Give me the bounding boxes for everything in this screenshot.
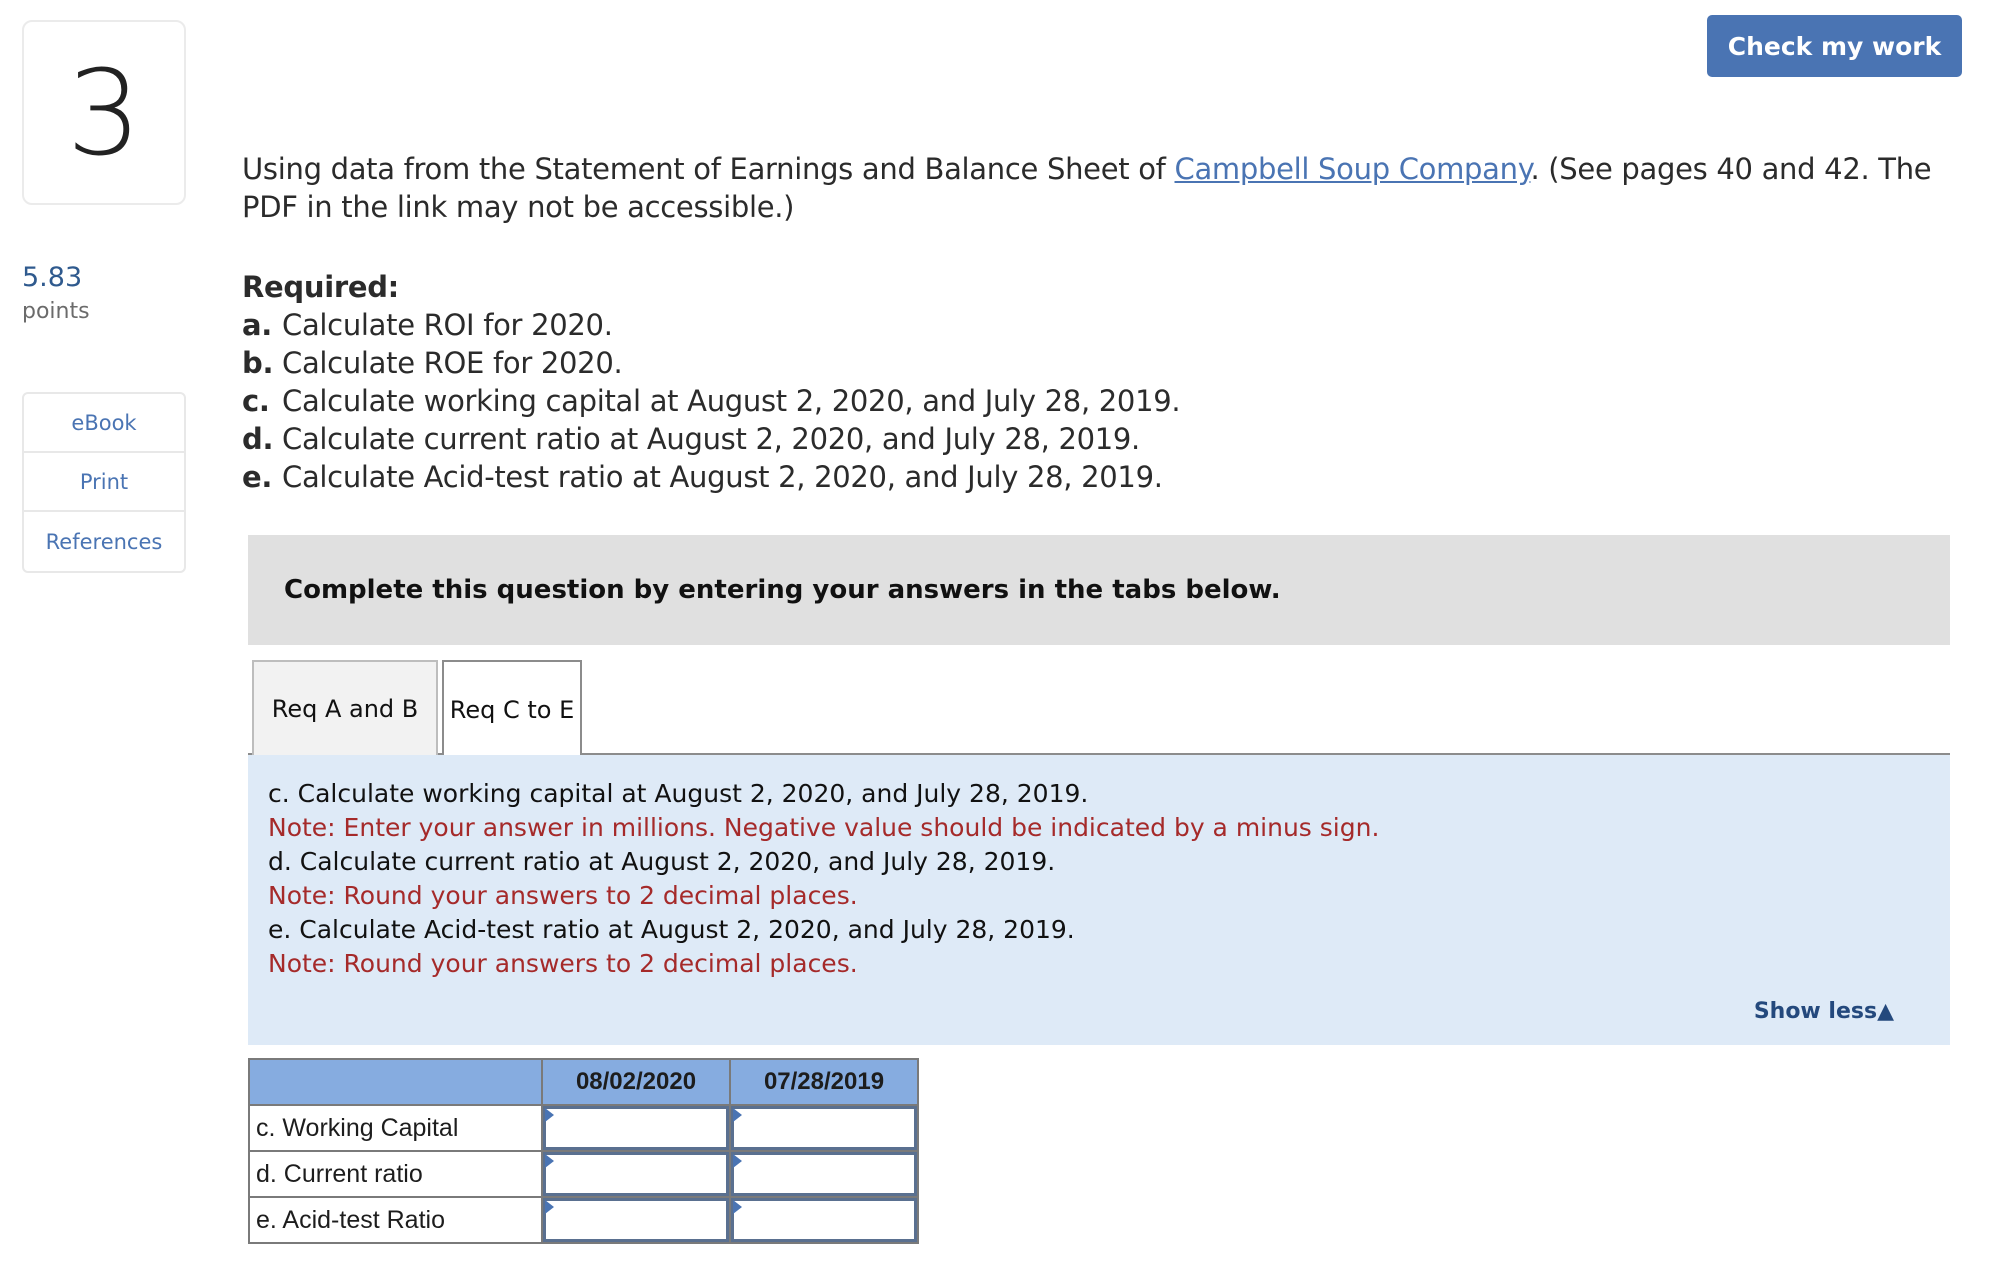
input-flag-icon bbox=[733, 1154, 742, 1168]
print-link[interactable]: Print bbox=[24, 453, 184, 512]
input-flag-icon bbox=[545, 1108, 554, 1122]
tab-req-c-to-e[interactable]: Req C to E bbox=[442, 660, 582, 757]
check-my-work-button[interactable]: Check my work bbox=[1707, 15, 1962, 77]
instruction-line: d. Calculate current ratio at August 2, … bbox=[268, 847, 1056, 876]
working-capital-2020-input[interactable] bbox=[543, 1106, 729, 1150]
cell-current-ratio-2020 bbox=[541, 1150, 731, 1198]
instruction-line: e. Calculate Acid-test ratio at August 2… bbox=[268, 915, 1075, 944]
item-text: Calculate ROI for 2020. bbox=[282, 308, 613, 342]
instruction-line: c. Calculate working capital at August 2… bbox=[268, 779, 1089, 808]
cell-current-ratio-2019 bbox=[729, 1150, 919, 1198]
input-flag-icon bbox=[545, 1200, 554, 1214]
table-row: d. Current ratio bbox=[248, 1150, 919, 1198]
row-label: d. Current ratio bbox=[248, 1150, 543, 1198]
tab-req-a-and-b[interactable]: Req A and B bbox=[252, 660, 438, 755]
header-date-2019: 07/28/2019 bbox=[729, 1058, 919, 1106]
required-item: c. Calculate working capital at August 2,… bbox=[242, 382, 1181, 420]
instruction-text: Complete this question by entering your … bbox=[284, 575, 1281, 605]
tab-bar: Req A and B Req C to E bbox=[248, 658, 1950, 757]
show-less-label: Show less bbox=[1753, 999, 1878, 1024]
cell-working-capital-2019 bbox=[729, 1104, 919, 1152]
ebook-link[interactable]: eBook bbox=[24, 394, 184, 453]
item-letter: d. bbox=[242, 422, 274, 456]
item-text: Calculate current ratio at August 2, 202… bbox=[282, 422, 1140, 456]
current-ratio-2020-input[interactable] bbox=[543, 1152, 729, 1196]
item-letter: c. bbox=[242, 384, 270, 418]
header-date-2020: 08/02/2020 bbox=[541, 1058, 731, 1106]
required-item: d. Calculate current ratio at August 2, 2… bbox=[242, 420, 1180, 458]
required-list: Required: a. Calculate ROI for 2020. b. Ca… bbox=[242, 268, 1181, 496]
triangle-up-icon: ▲ bbox=[1877, 999, 1894, 1024]
required-item: a. Calculate ROI for 2020. bbox=[242, 306, 1180, 344]
company-link[interactable]: Campbell Soup Company bbox=[1175, 152, 1531, 186]
points-block: 5.83 points bbox=[22, 262, 90, 324]
item-letter: a. bbox=[242, 308, 272, 342]
note-line: Note: Round your answers to 2 decimal pl… bbox=[268, 949, 858, 978]
required-heading: Required: bbox=[242, 270, 399, 304]
points-value: 5.83 bbox=[22, 262, 83, 293]
acid-test-2019-input[interactable] bbox=[731, 1198, 917, 1242]
cell-acid-test-2020 bbox=[541, 1196, 731, 1244]
acid-test-2020-input[interactable] bbox=[543, 1198, 729, 1242]
item-letter: b. bbox=[242, 346, 274, 380]
required-item: b. Calculate ROE for 2020. bbox=[242, 344, 1180, 382]
item-text: Calculate working capital at August 2, 2… bbox=[282, 384, 1181, 418]
question-intro: Using data from the Statement of Earning… bbox=[242, 150, 1982, 226]
side-nav: eBook Print References bbox=[22, 392, 186, 573]
input-flag-icon bbox=[545, 1154, 554, 1168]
tab-panel-instructions: c. Calculate working capital at August 2… bbox=[248, 755, 1950, 1045]
instruction-banner: Complete this question by entering your … bbox=[248, 535, 1950, 645]
points-label: points bbox=[22, 299, 90, 324]
input-flag-icon bbox=[733, 1108, 742, 1122]
answer-table: 08/02/2020 07/28/2019 c. Working Capital… bbox=[248, 1058, 919, 1244]
working-capital-2019-input[interactable] bbox=[731, 1106, 917, 1150]
table-row: c. Working Capital bbox=[248, 1104, 919, 1152]
item-text: Calculate ROE for 2020. bbox=[282, 346, 623, 380]
current-ratio-2019-input[interactable] bbox=[731, 1152, 917, 1196]
table-row: e. Acid-test Ratio bbox=[248, 1196, 919, 1244]
cell-acid-test-2019 bbox=[729, 1196, 919, 1244]
row-label: e. Acid-test Ratio bbox=[248, 1196, 543, 1244]
table-header-row: 08/02/2020 07/28/2019 bbox=[248, 1058, 919, 1106]
header-blank bbox=[248, 1058, 543, 1106]
input-flag-icon bbox=[733, 1200, 742, 1214]
item-text: Calculate Acid-test ratio at August 2, 2… bbox=[282, 460, 1163, 494]
item-letter: e. bbox=[242, 460, 273, 494]
note-line: Note: Enter your answer in millions. Neg… bbox=[268, 813, 1380, 842]
question-number: 3 bbox=[22, 20, 186, 205]
required-item: e. Calculate Acid-test ratio at August 2,… bbox=[242, 458, 1180, 496]
intro-text-before: Using data from the Statement of Earning… bbox=[242, 152, 1175, 186]
cell-working-capital-2020 bbox=[541, 1104, 731, 1152]
row-label: c. Working Capital bbox=[248, 1104, 543, 1152]
note-line: Note: Round your answers to 2 decimal pl… bbox=[268, 881, 858, 910]
references-link[interactable]: References bbox=[24, 512, 184, 571]
show-less-toggle[interactable]: Show less▲ bbox=[1754, 995, 1894, 1029]
